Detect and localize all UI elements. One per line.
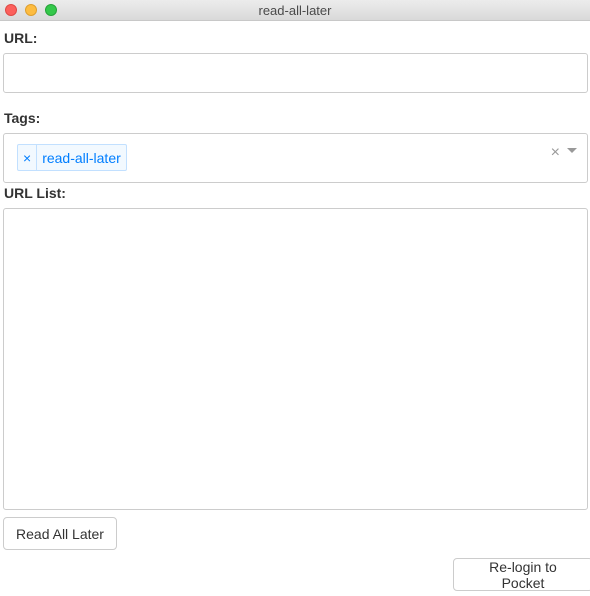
read-all-later-button[interactable]: Read All Later	[3, 517, 117, 550]
tag-remove-icon[interactable]: ×	[18, 145, 38, 170]
url-label: URL:	[4, 30, 38, 46]
url-list-label: URL List:	[4, 185, 66, 201]
url-input[interactable]	[3, 53, 588, 93]
tag-chip: × read-all-later	[17, 144, 127, 171]
window-title: read-all-later	[258, 3, 332, 18]
tags-select[interactable]: × read-all-later ×	[3, 133, 588, 183]
relogin-pocket-button[interactable]: Re-login to Pocket	[453, 558, 590, 591]
clear-tags-icon[interactable]: ×	[551, 144, 560, 162]
tag-chip-label: read-all-later	[42, 149, 121, 166]
url-list-textarea[interactable]	[3, 208, 588, 510]
app-window: read-all-later URL: Tags: × read-all-lat…	[0, 0, 590, 596]
title-bar[interactable]: read-all-later	[0, 0, 590, 21]
chevron-down-icon[interactable]	[567, 148, 577, 153]
tags-label: Tags:	[4, 110, 41, 126]
